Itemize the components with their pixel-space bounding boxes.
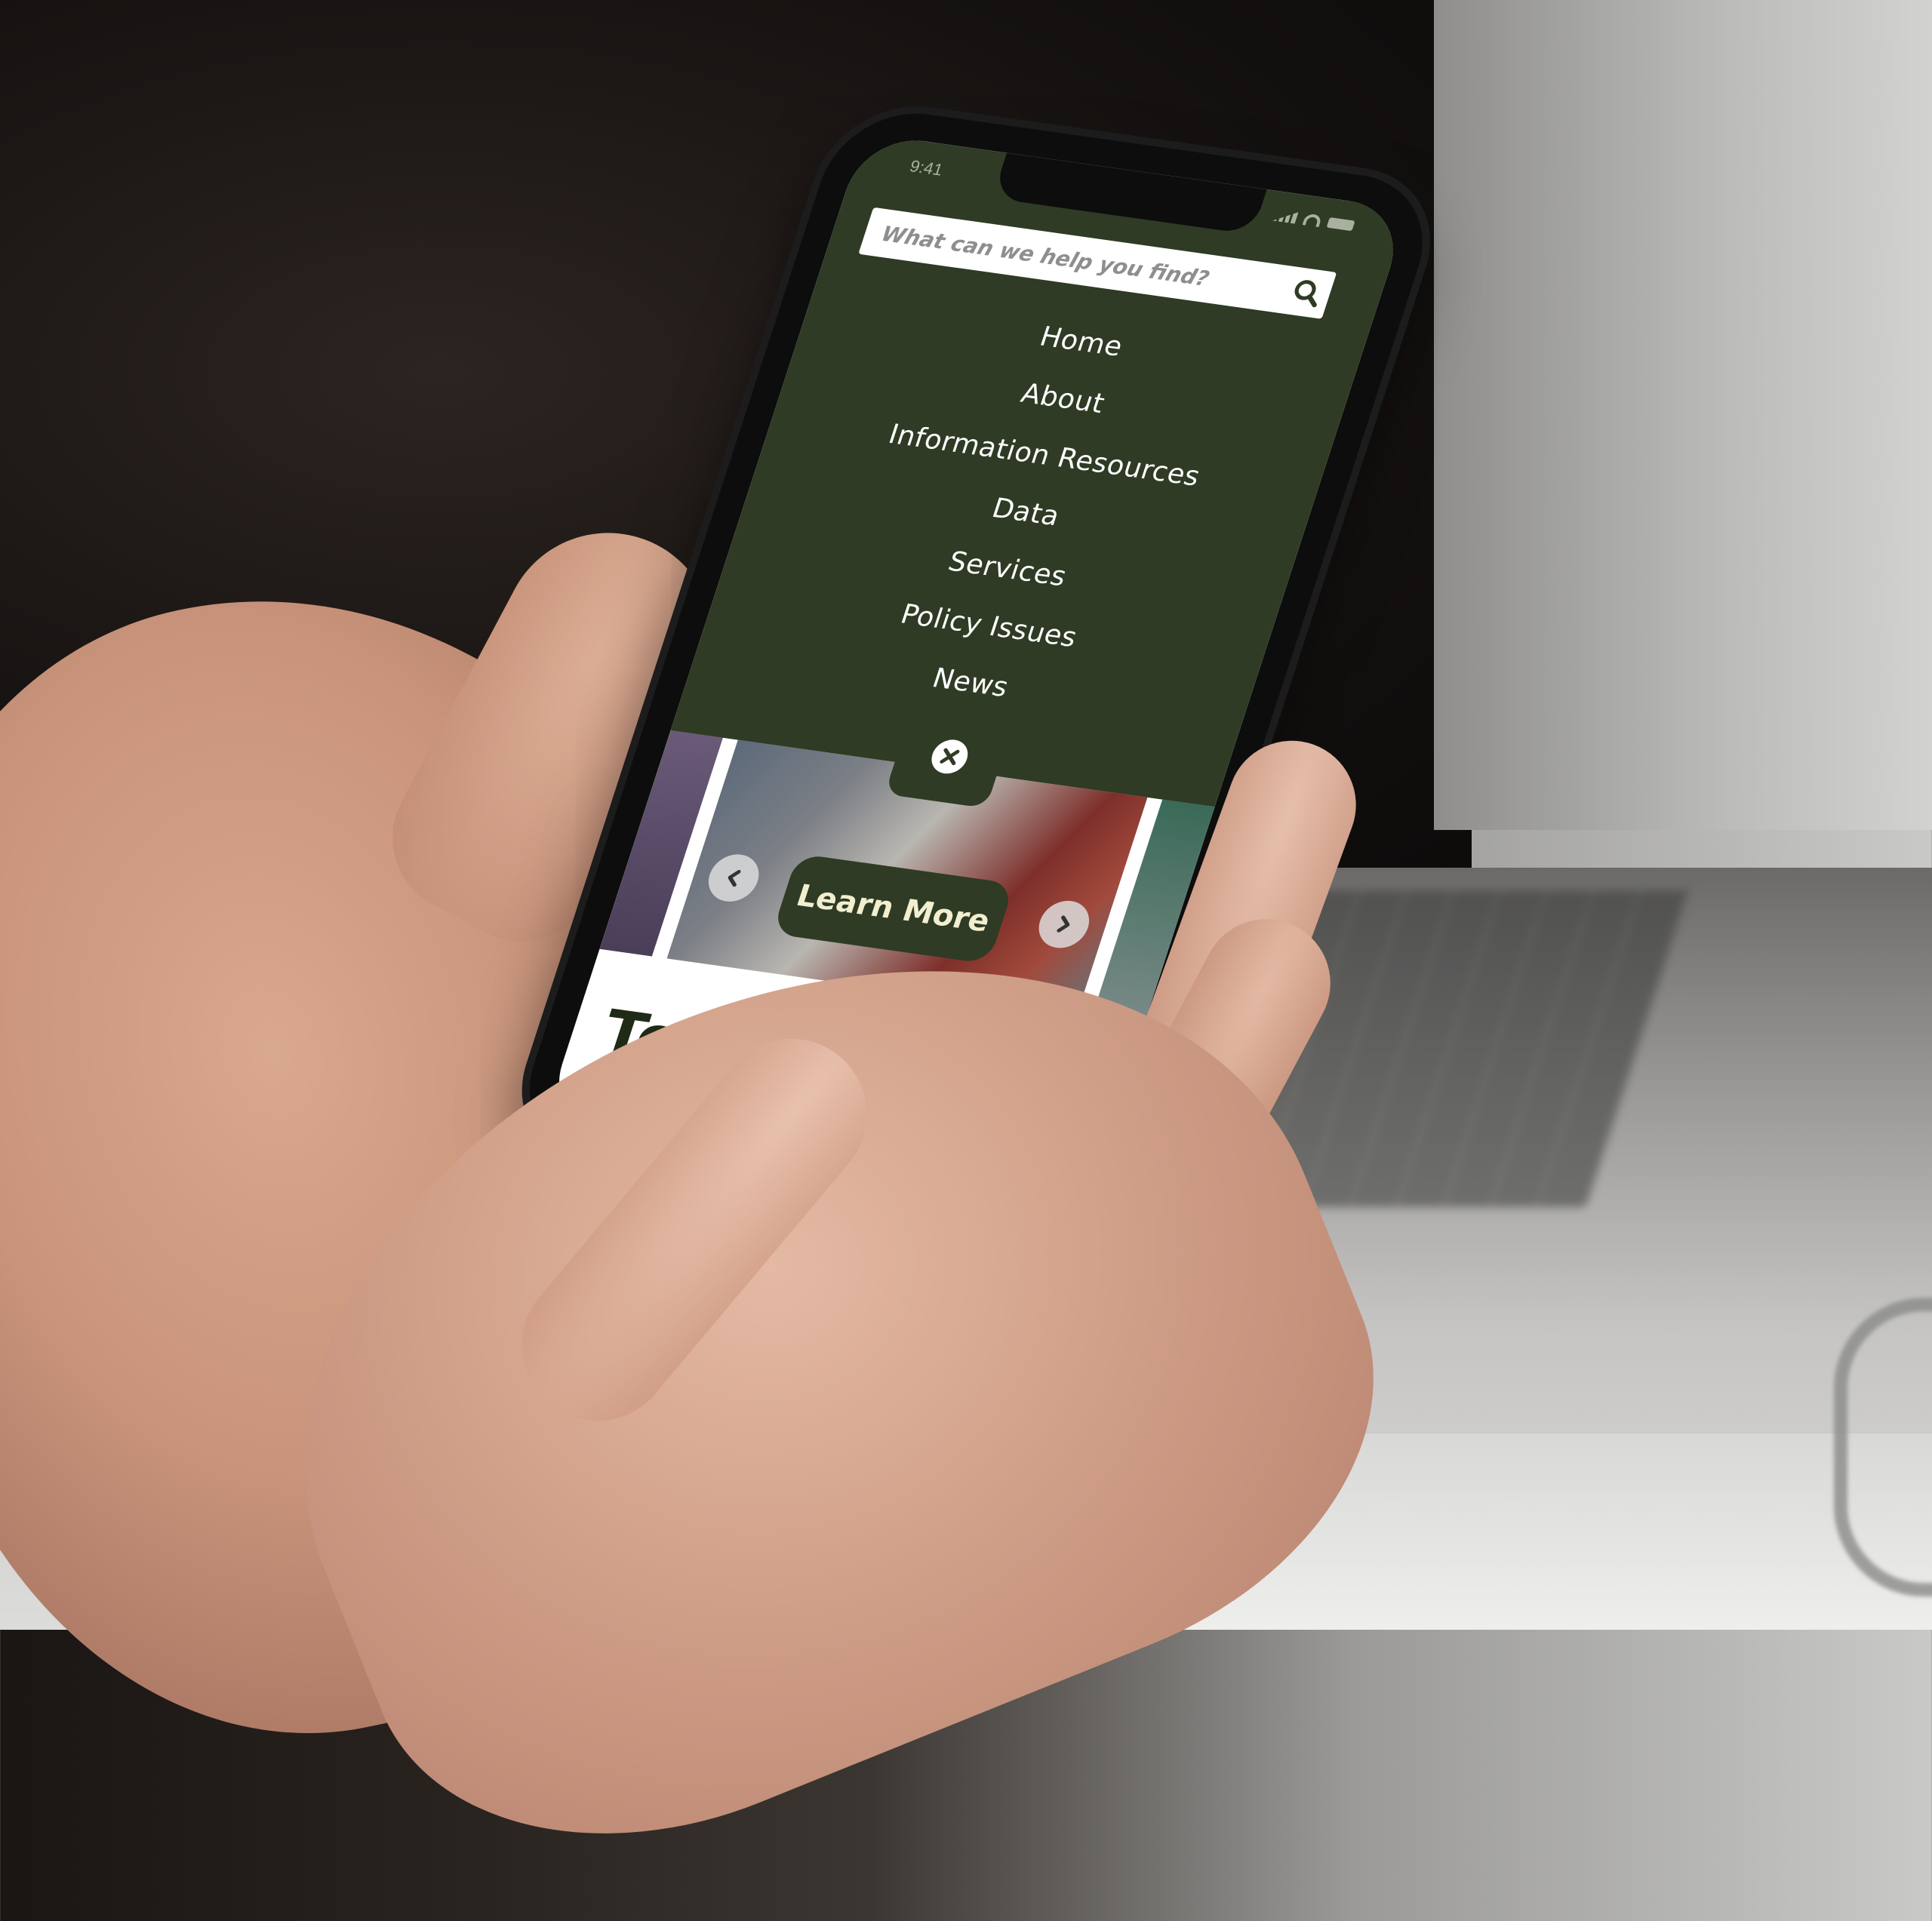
wifi-icon [1302,213,1323,228]
nav-list: Home About Information Resources Data Se… [689,275,1362,750]
menu-close-tab [884,728,1008,809]
mobile-nav-menu: Home About Information Resources Data Se… [670,133,1409,807]
menu-close-button[interactable] [927,737,973,776]
search-icon [1294,280,1317,308]
chevron-left-icon [728,870,741,887]
cup [1834,1298,1932,1597]
chevron-right-icon [1057,915,1070,933]
close-icon [940,748,960,766]
laptop-lid-background [1434,0,1932,830]
